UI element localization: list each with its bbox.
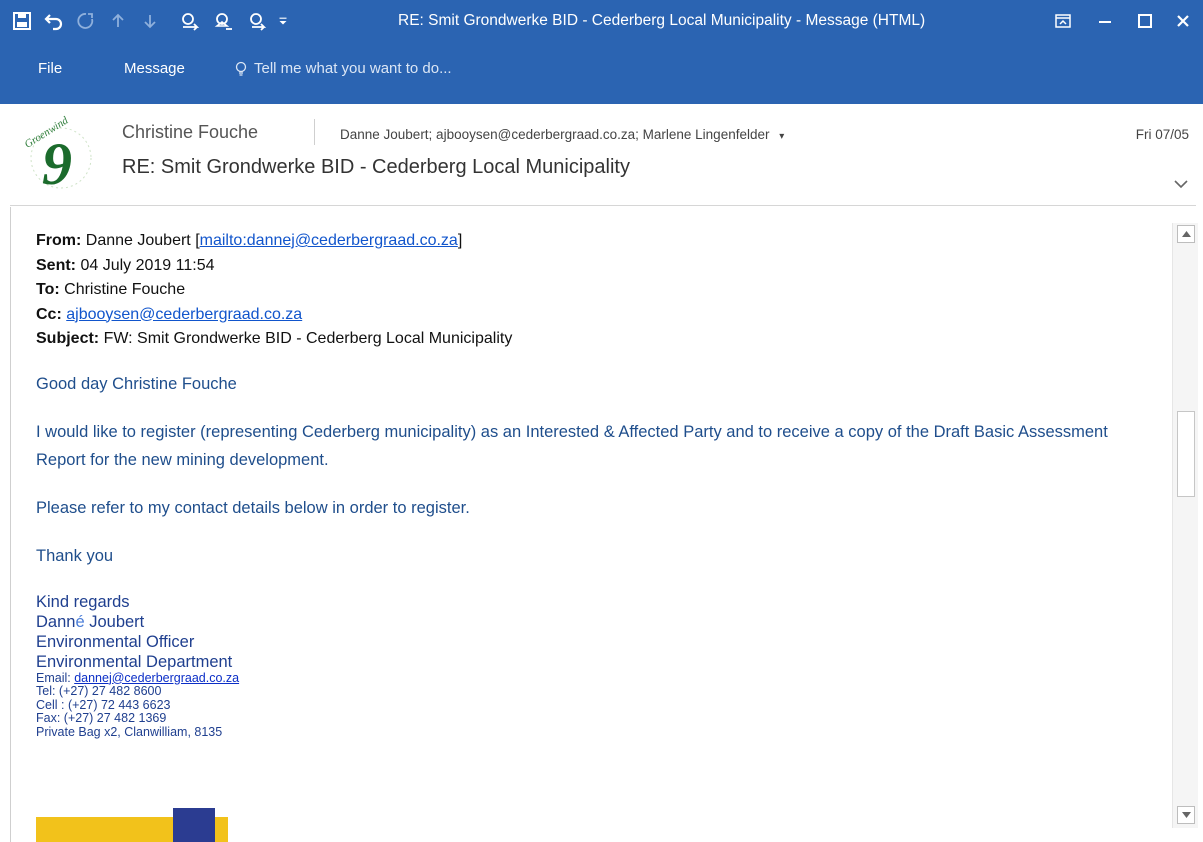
close-icon[interactable]: [1168, 8, 1198, 34]
sig-email-label: Email:: [36, 670, 75, 685]
ribbon: File Message Tell me what you want to do…: [0, 42, 1203, 104]
signature: Kind regards Danné Joubert Environmental…: [36, 592, 1156, 740]
greeting: Good day Christine Fouche: [36, 374, 237, 393]
minimize-icon[interactable]: [1090, 8, 1120, 34]
sig-tel: Tel: (+27) 27 482 8600: [36, 684, 162, 698]
subject-line: Subject: FW: Smit Grondwerke BID - Ceder…: [36, 327, 1156, 352]
paragraph-2: Please refer to my contact details below…: [36, 498, 470, 517]
from-end: ]: [457, 232, 463, 249]
banner-blue: [173, 808, 215, 842]
chevron-down-icon[interactable]: [1173, 176, 1189, 192]
undo-icon[interactable]: [42, 9, 66, 33]
tell-me-label: Tell me what you want to do...: [254, 60, 452, 77]
paragraph-1: I would like to register (representing C…: [36, 422, 1108, 469]
sig-name-end: Joubert: [84, 612, 145, 631]
sig-cell: Cell : (+27) 72 443 6623: [36, 697, 171, 712]
save-icon[interactable]: [10, 9, 34, 33]
title-bar: RE: Smit Grondwerke BID - Cederberg Loca…: [0, 0, 1203, 42]
sent-value: 04 July 2019 11:54: [80, 256, 215, 274]
from-line: From: Danne Joubert [mailto:dannej@ceder…: [36, 229, 1156, 254]
sig-title: Environmental Officer: [36, 632, 195, 651]
up-arrow-icon[interactable]: [106, 9, 130, 33]
body-left-border: [10, 207, 11, 842]
sig-name-start: Dann: [36, 612, 76, 631]
sig-fax: Fax: (+27) 27 482 1369: [36, 711, 167, 725]
recipients-expand-icon[interactable]: ▾: [779, 131, 784, 142]
tell-me-search[interactable]: Tell me what you want to do...: [234, 60, 452, 77]
thanks: Thank you: [36, 546, 114, 565]
signature-banner-image: [36, 808, 228, 842]
to-line: To: Christine Fouche: [36, 278, 1156, 303]
message-date: Fri 07/05: [1135, 127, 1189, 142]
sig-address: Private Bag x2, Clanwilliam, 8135: [36, 724, 223, 739]
from-label: From:: [36, 232, 82, 249]
sig-name-accent: é: [75, 612, 85, 631]
from-mailto-link[interactable]: mailto:dannej@cederbergraad.co.za: [200, 232, 458, 249]
subject-label: Subject:: [36, 330, 100, 347]
down-arrow-icon[interactable]: [138, 9, 162, 33]
cc-line: Cc: ajbooysen@cederbergraad.co.za: [36, 303, 1156, 328]
from-name: Danne Joubert [: [85, 232, 200, 249]
sig-department: Environmental Department: [36, 652, 233, 671]
sender-logo: Groenwind 9: [14, 114, 104, 202]
subject-value: FW: Smit Grondwerke BID - Cederberg Loca…: [103, 330, 513, 347]
forward-icon[interactable]: [246, 9, 270, 33]
lightbulb-icon: [235, 61, 247, 76]
sig-name: Danné Joubert: [36, 612, 1156, 632]
message-content: From: Danne Joubert [mailto:dannej@ceder…: [36, 229, 1156, 739]
sent-line: Sent: 04 July 2019 11:54: [36, 254, 1156, 279]
window-title: RE: Smit Grondwerke BID - Cederberg Loca…: [398, 12, 926, 29]
message-body: From: Danne Joubert [mailto:dannej@ceder…: [0, 207, 1203, 842]
tab-file[interactable]: File: [38, 60, 62, 77]
sig-closing: Kind regards: [36, 592, 130, 611]
vertical-scrollbar[interactable]: [1172, 223, 1198, 828]
sender-name[interactable]: Christine Fouche: [122, 122, 258, 143]
scroll-down-icon[interactable]: [1177, 806, 1195, 824]
scrollbar-thumb[interactable]: [1177, 411, 1195, 497]
reply-icon[interactable]: [178, 9, 202, 33]
sent-label: Sent:: [36, 256, 76, 274]
redo-icon[interactable]: [74, 9, 98, 33]
message-subject: RE: Smit Grondwerke BID - Cederberg Loca…: [122, 156, 630, 178]
ribbon-display-icon[interactable]: [1048, 8, 1078, 34]
cc-link[interactable]: ajbooysen@cederbergraad.co.za: [66, 306, 302, 323]
to-label: To:: [36, 281, 60, 298]
sig-email-line: Email: dannej@cederbergraad.co.za: [36, 670, 1156, 686]
recipients-list[interactable]: Danne Joubert; ajbooysen@cederbergraad.c…: [340, 127, 784, 142]
to-value: Christine Fouche: [64, 281, 186, 298]
tab-message[interactable]: Message: [124, 60, 185, 77]
recipients-text: Danne Joubert; ajbooysen@cederbergraad.c…: [340, 127, 770, 142]
header-separator: [314, 119, 315, 145]
header-divider: [10, 205, 1196, 206]
logo-digit: 9: [42, 131, 72, 197]
sig-email-link[interactable]: dannej@cederbergraad.co.za: [74, 671, 239, 685]
customize-dropdown-icon[interactable]: [276, 9, 290, 33]
message-header: Groenwind 9 Christine Fouche Danne Joube…: [0, 104, 1203, 207]
reply-all-icon[interactable]: [212, 9, 236, 33]
scroll-up-icon[interactable]: [1177, 225, 1195, 243]
cc-label: Cc:: [36, 305, 62, 323]
maximize-icon[interactable]: [1130, 8, 1160, 34]
